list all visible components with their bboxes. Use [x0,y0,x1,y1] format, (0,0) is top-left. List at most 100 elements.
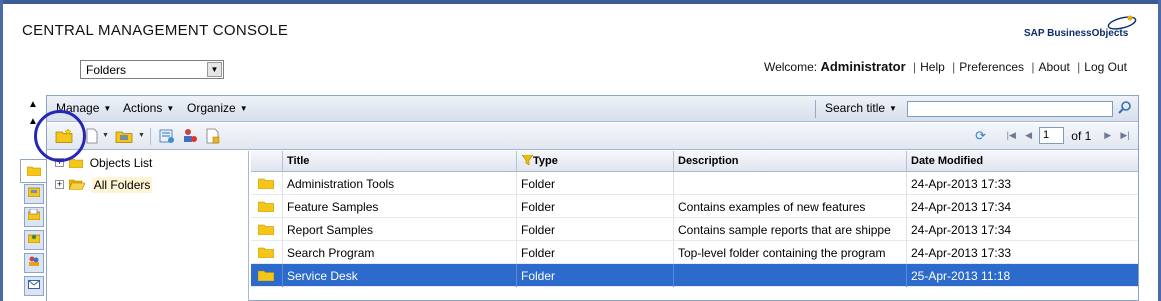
menubar: Manage ▼ Actions ▼ Organize ▼ Search title ▼ [47,96,1138,122]
column-header-type[interactable]: Type [517,151,674,172]
cell-date: 24-Apr-2013 17:33 [911,177,1012,191]
grid-header: Title Type Description Date Modified [251,151,1138,172]
collapse-up-icon[interactable]: ▲ [26,100,40,110]
caret-down-icon: ▼ [239,104,248,113]
menu-actions[interactable]: Actions ▼ [123,101,174,115]
users-icon [27,234,41,244]
pager: ⟳ |◀ ◀ 1 of 1 ▶ ▶| [974,127,1132,146]
search-field-selector[interactable]: Search title ▼ [825,101,897,115]
search-input[interactable] [907,101,1113,117]
help-link[interactable]: Help [920,60,945,74]
table-row[interactable]: Feature Samples Folder Contains examples… [251,195,1138,218]
open-folder-icon [69,180,86,191]
about-link[interactable]: About [1038,60,1069,74]
cell-type: Folder [517,172,674,195]
rail-tab-folders[interactable] [20,159,46,183]
caret-down-icon[interactable]: ▼ [102,132,109,139]
page-number-input[interactable]: 1 [1038,127,1064,144]
send-to-icon[interactable] [115,128,133,144]
cell-title: Administration Tools [283,172,517,195]
caret-down-icon: ▼ [889,104,897,113]
first-page-icon[interactable]: |◀ [1004,130,1018,141]
sap-logo: SAP BusinessObjects [1024,14,1139,42]
cell-type: Folder [517,241,674,264]
cell-title: Search Program [283,241,517,264]
tree-item-objects-list[interactable]: + Objects List [55,155,152,173]
objects-grid: Title Type Description Date Modified Adm… [251,151,1138,301]
divider [150,128,151,145]
table-row-selected[interactable]: Service Desk Folder 25-Apr-2013 11:18 [251,264,1138,287]
caret-down-icon: ▼ [166,104,175,113]
window-top-border [0,0,1161,4]
user-security-icon[interactable] [182,128,200,144]
folder-icon [257,201,275,213]
previous-page-icon[interactable]: ◀ [1022,130,1036,141]
cell-date: 24-Apr-2013 17:34 [911,223,1012,237]
search-icon[interactable] [1116,100,1134,118]
folder-icon [69,159,84,169]
envelope-icon [28,280,40,289]
folder-icon [257,270,275,282]
logout-link[interactable]: Log Out [1084,60,1127,74]
next-page-icon[interactable]: ▶ [1101,130,1115,141]
last-page-icon[interactable]: ▶| [1118,130,1132,141]
preferences-link[interactable]: Preferences [959,60,1024,74]
refresh-icon[interactable]: ⟳ [974,128,988,144]
folder-icon [257,247,275,259]
welcome-prefix: Welcome: [763,60,818,74]
cell-date: 24-Apr-2013 17:34 [911,200,1012,214]
collapse-up-icon-2[interactable]: ▲ [26,117,40,127]
column-header-description[interactable]: Description [674,151,907,172]
window-left-border [0,0,3,301]
caret-down-icon[interactable]: ▼ [138,132,145,139]
cell-description: Contains sample reports that are shippe [674,218,907,241]
main-panel: Manage ▼ Actions ▼ Organize ▼ Search title ▼… [46,95,1139,301]
page-count: of 1 [1071,128,1092,143]
filter-icon[interactable] [521,154,534,166]
cell-title: Report Samples [283,218,517,241]
tree-item-all-folders[interactable]: + All Folders [55,176,153,195]
rail-tab-categories[interactable] [24,184,44,204]
cell-date: 24-Apr-2013 17:33 [911,246,1012,260]
cell-title: Service Desk [283,264,517,287]
logo-text: SAP BusinessObjects [1024,28,1129,39]
cell-description: Contains examples of new features [674,195,907,218]
cell-title: Feature Samples [283,195,517,218]
rail-tab-personal[interactable] [24,207,44,227]
welcome-bar: Welcome: Administrator | Help | Preference… [763,59,1127,74]
menu-organize[interactable]: Organize ▼ [187,101,248,115]
folders-dropdown[interactable]: Folders ▼ [80,60,224,79]
cell-type: Folder [517,218,674,241]
app-title: CENTRAL MANAGEMENT CONSOLE [22,22,289,39]
rail-tab-groups[interactable] [24,253,44,273]
expand-icon[interactable]: + [55,180,64,190]
groups-icon [29,256,39,266]
folder-icon [26,166,41,177]
properties-icon[interactable] [159,128,177,144]
folders-dropdown-value: Folders [86,63,127,77]
column-header-date-modified[interactable]: Date Modified [907,151,1138,172]
toolbar: ▼ ▼ ⟳ |◀ ◀ 1 of 1 ▶ ▶| [47,123,1138,150]
folder-icon [257,224,275,236]
chevron-down-icon[interactable]: ▼ [207,62,222,77]
cell-description [674,264,907,287]
categories-icon [27,187,41,198]
folder-tree: + Objects List + All Folders [47,151,249,301]
schedule-icon[interactable] [205,128,223,144]
divider [815,100,816,118]
new-folder-icon[interactable] [55,128,73,144]
column-header-title[interactable]: Title [283,151,517,172]
expand-icon[interactable]: + [55,158,64,168]
rail-tab-users[interactable] [24,230,44,250]
cell-date: 25-Apr-2013 11:18 [911,269,1011,283]
rail-tab-inbox[interactable] [24,276,44,296]
table-row[interactable]: Report Samples Folder Contains sample re… [251,218,1138,241]
menu-manage[interactable]: Manage ▼ [56,101,111,115]
personal-folders-icon [27,208,41,221]
left-rail: ▲ ▲ [20,97,46,301]
new-object-icon[interactable] [85,128,103,144]
cell-description [674,172,907,195]
table-row[interactable]: Administration Tools Folder 24-Apr-2013 … [251,172,1138,195]
cell-type: Folder [517,264,674,287]
table-row[interactable]: Search Program Folder Top-level folder c… [251,241,1138,264]
